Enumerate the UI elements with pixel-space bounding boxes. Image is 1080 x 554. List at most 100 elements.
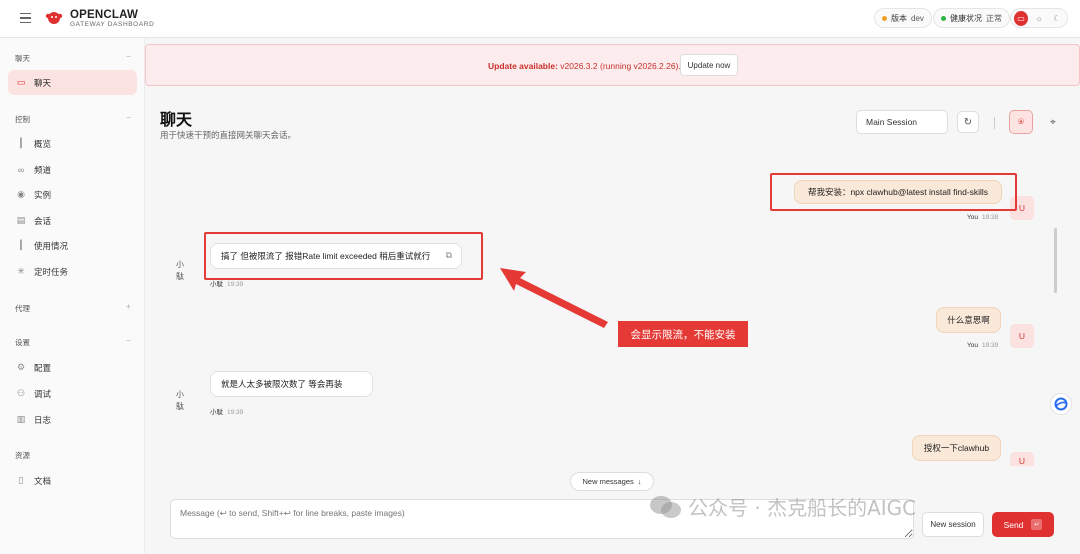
scroll-icon: ▥ xyxy=(16,414,26,424)
avatar: 小 駄 xyxy=(176,260,184,281)
send-button[interactable]: Send ↵ xyxy=(992,512,1054,537)
gear-icon: ⚙ xyxy=(16,362,26,372)
health-value: 正常 xyxy=(986,13,1002,23)
sidebar-item-label: 会话 xyxy=(34,215,52,226)
highlight-box xyxy=(204,232,483,280)
arrow-icon xyxy=(500,268,608,328)
status-dot-icon xyxy=(941,15,946,21)
bug-icon: ⚇ xyxy=(16,388,26,398)
sidebar-section-chat[interactable]: 聊天 xyxy=(15,53,30,64)
message-time: 19:39 xyxy=(981,342,999,349)
version-value: dev xyxy=(911,13,924,23)
document-icon: ▤ xyxy=(16,215,26,225)
update-now-button[interactable]: Update now xyxy=(680,54,738,76)
sidebar-item-label: 实例 xyxy=(34,189,52,200)
sidebar-section-settings[interactable]: 设置 xyxy=(15,337,30,348)
new-session-button[interactable]: New session xyxy=(922,512,984,537)
sidebar-item-label: 聊天 xyxy=(34,77,52,88)
radio-icon: ◉ xyxy=(17,189,25,199)
brand-name: OPENCLAW xyxy=(70,9,139,21)
chat-scrollbar[interactable] xyxy=(1054,228,1057,293)
message-sender: 小駄 xyxy=(210,409,223,416)
sun-icon[interactable]: ☼ xyxy=(1032,11,1046,26)
logo-icon xyxy=(45,12,63,24)
message-time: 19:39 xyxy=(227,281,244,288)
loader-icon: ✳ xyxy=(17,266,25,276)
sidebar-item-label: 日志 xyxy=(34,414,52,425)
top-bar: OPENCLAW GATEWAY DASHBOARD 版本 dev 健康状况 正… xyxy=(0,0,1080,38)
sidebar-section-control[interactable]: 控制 xyxy=(15,114,30,125)
sidebar-item-logs[interactable]: ▥ 日志 xyxy=(8,407,137,432)
chat-icon: ▭ xyxy=(16,77,26,87)
book-icon: ▯ xyxy=(18,475,24,485)
sidebar-item-channels[interactable]: ∞ 频道 xyxy=(8,157,137,182)
page-title: 聊天 xyxy=(160,112,193,129)
health-pill: 健康状况 正常 xyxy=(933,8,1010,28)
sidebar-section-resources[interactable]: 资源 xyxy=(15,450,30,461)
sidebar-item-label: 概览 xyxy=(34,138,52,149)
sidebar-section-agents[interactable]: 代理 xyxy=(15,303,30,314)
monitor-icon[interactable]: ▭ xyxy=(1014,10,1028,26)
sidebar: 聊天 − ▭ 聊天 控制 − ┃ 概览 ∞ 频道 ◉ 实例 ▤ 会话 ┃ 使用情… xyxy=(0,38,145,554)
avatar: U xyxy=(1010,452,1034,466)
message-bubble-user: 什么意思啊 xyxy=(936,307,1001,333)
sidebar-item-sessions[interactable]: ▤ 会话 xyxy=(8,208,137,233)
brain-icon[interactable]: ⍟ xyxy=(1009,110,1033,134)
sidebar-item-cron[interactable]: ✳ 定时任务 xyxy=(8,259,137,284)
avatar: 小 駄 xyxy=(176,390,184,411)
theme-toggle: ▭ ☼ ☾ xyxy=(1010,8,1068,28)
assistant-float-icon[interactable] xyxy=(1050,393,1072,415)
collapse-icon[interactable]: − xyxy=(126,113,131,122)
collapse-icon[interactable]: − xyxy=(126,336,131,345)
avatar: U xyxy=(1010,324,1034,348)
message-meta: 小駄 19:39 xyxy=(210,406,243,416)
sidebar-item-instances[interactable]: ◉ 实例 xyxy=(8,182,137,207)
enter-key-icon: ↵ xyxy=(1031,519,1043,530)
highlight-box xyxy=(770,173,1017,211)
message-sender: 小駄 xyxy=(210,281,223,288)
refresh-icon[interactable]: ↻ xyxy=(957,111,979,133)
sidebar-item-debug[interactable]: ⚇ 调试 xyxy=(8,381,137,406)
message-time: 19:38 xyxy=(981,214,999,221)
version-pill: 版本 dev xyxy=(874,8,932,28)
toolbar-divider xyxy=(994,117,995,129)
wechat-icon xyxy=(650,495,681,518)
message-bubble-user: 授权一下clawhub xyxy=(912,435,1001,461)
session-select[interactable]: Main Session xyxy=(856,110,948,134)
moon-icon[interactable]: ☾ xyxy=(1050,11,1064,26)
watermark-text: 公众号 · 杰克船长的AIGC xyxy=(688,496,917,520)
sidebar-item-docs[interactable]: ▯ 文档 xyxy=(8,468,137,493)
watermark: 公众号 · 杰克船长的AIGC xyxy=(648,492,916,521)
link-icon: ∞ xyxy=(17,164,25,175)
message-sender: You xyxy=(967,214,978,221)
sidebar-item-label: 频道 xyxy=(34,164,52,175)
annotation-callout: 会显示限流，不能安装 xyxy=(618,321,748,347)
version-label: 版本 xyxy=(891,13,907,23)
sidebar-item-label: 调试 xyxy=(34,388,52,399)
sidebar-item-usage[interactable]: ┃ 使用情况 xyxy=(8,233,137,258)
message-time: 19:39 xyxy=(227,409,244,416)
sidebar-item-label: 文档 xyxy=(34,475,52,486)
send-label: Send xyxy=(1003,519,1024,530)
update-banner: Update available: v2026.3.2 (running v20… xyxy=(145,44,1080,86)
focus-icon[interactable]: ⌖ xyxy=(1042,111,1064,133)
update-banner-version: v2026.3.2 (running v2026.2.26). xyxy=(557,61,681,71)
collapse-icon[interactable]: − xyxy=(126,52,131,61)
status-dot-icon xyxy=(882,15,887,21)
expand-icon[interactable]: + xyxy=(126,302,131,311)
update-banner-text: Update available: v2026.3.2 (running v20… xyxy=(488,61,681,71)
health-label: 健康状况 xyxy=(950,13,982,23)
bar-chart-icon: ┃ xyxy=(18,240,24,250)
sidebar-item-chat[interactable]: ▭ 聊天 xyxy=(8,70,137,95)
sidebar-item-overview[interactable]: ┃ 概览 xyxy=(8,131,137,156)
sidebar-item-label: 配置 xyxy=(34,362,52,373)
menu-icon[interactable] xyxy=(20,13,31,24)
sidebar-item-config[interactable]: ⚙ 配置 xyxy=(8,355,137,380)
message-meta: You 19:39 xyxy=(967,342,998,349)
arrow-down-icon: ↓ xyxy=(637,477,642,486)
message-bubble-assistant: 就是人太多被限次数了 等会再装 xyxy=(210,371,373,397)
sidebar-item-label: 使用情况 xyxy=(34,240,69,251)
message-sender: You xyxy=(967,342,978,349)
new-messages-button[interactable]: New messages ↓ xyxy=(570,472,654,491)
bar-chart-icon: ┃ xyxy=(18,138,24,148)
